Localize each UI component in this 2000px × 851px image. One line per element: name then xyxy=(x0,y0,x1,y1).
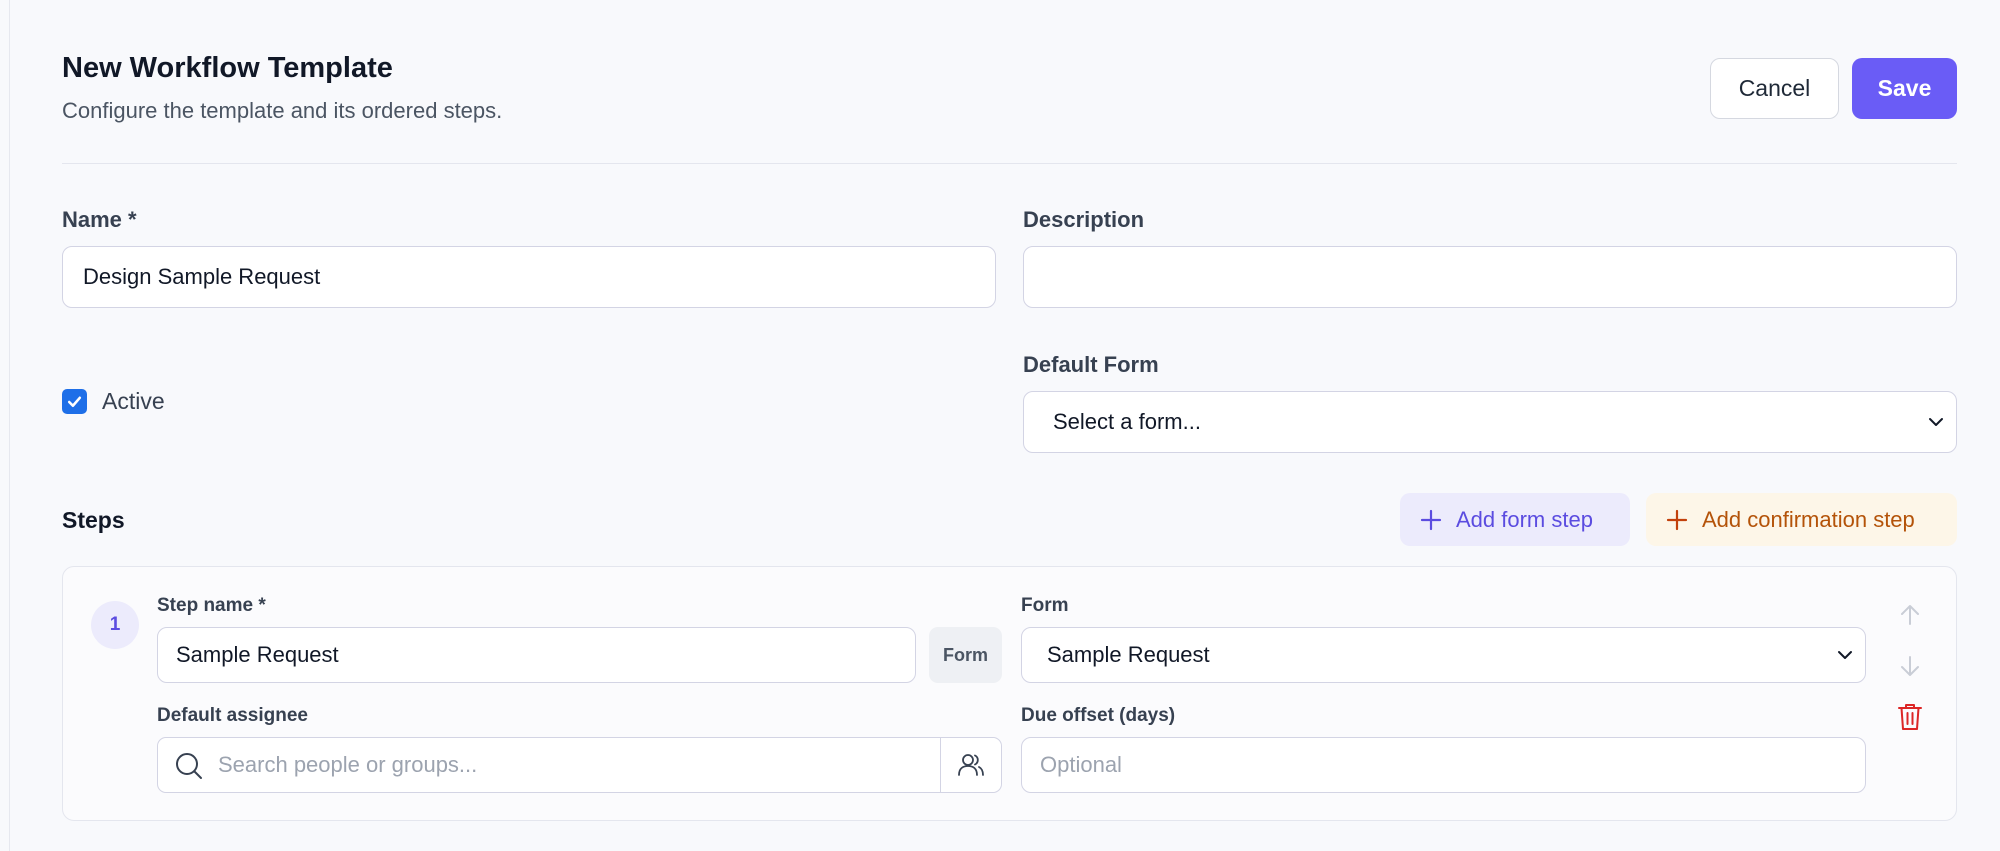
chevron-down-icon xyxy=(1838,651,1852,659)
add-form-step-label: Add form step xyxy=(1456,506,1593,532)
assignee-search-input[interactable]: Search people or groups... xyxy=(157,737,1002,793)
add-confirmation-step-label: Add confirmation step xyxy=(1702,506,1915,532)
step-form-label: Form xyxy=(1021,595,1069,616)
delete-step-button[interactable] xyxy=(1893,700,1927,734)
save-button[interactable]: Save xyxy=(1852,58,1957,119)
plus-icon xyxy=(1420,509,1442,530)
people-picker-button[interactable] xyxy=(940,738,1001,792)
step-name-field[interactable] xyxy=(157,627,916,683)
step-form-value: Sample Request xyxy=(1047,642,1210,667)
page-subtitle: Configure the template and its ordered s… xyxy=(62,98,503,123)
step-number: 1 xyxy=(91,601,139,649)
plus-icon xyxy=(1666,509,1688,530)
step-card: 1 Step name * Form Form Sample Request D… xyxy=(62,566,1957,821)
page-title: New Workflow Template xyxy=(62,52,393,84)
cancel-button[interactable]: Cancel xyxy=(1710,58,1839,119)
add-confirmation-step-button[interactable]: Add confirmation step xyxy=(1646,493,1957,546)
move-step-down-button[interactable] xyxy=(1893,649,1927,683)
steps-heading: Steps xyxy=(62,507,125,533)
active-checkbox[interactable] xyxy=(62,389,87,414)
page-header: New Workflow Template Configure the temp… xyxy=(62,0,1957,164)
move-step-up-button[interactable] xyxy=(1893,598,1927,632)
add-form-step-button[interactable]: Add form step xyxy=(1400,493,1630,546)
trash-icon xyxy=(1898,704,1922,730)
search-icon xyxy=(176,753,202,779)
description-field[interactable] xyxy=(1023,246,1957,308)
content: New Workflow Template Configure the temp… xyxy=(62,0,1957,821)
people-icon xyxy=(958,754,984,776)
assignee-placeholder: Search people or groups... xyxy=(218,752,478,777)
default-form-select[interactable]: Select a form... xyxy=(1023,391,1957,453)
step-form-select[interactable]: Sample Request xyxy=(1021,627,1866,683)
check-icon xyxy=(67,396,82,408)
due-offset-label: Due offset (days) xyxy=(1021,705,1176,726)
chevron-down-icon xyxy=(1929,418,1943,426)
step-type-badge: Form xyxy=(929,627,1002,683)
name-label: Name * xyxy=(62,207,137,232)
active-checkbox-row[interactable]: Active xyxy=(62,388,165,415)
step-name-label: Step name * xyxy=(157,595,266,616)
page: New Workflow Template Configure the temp… xyxy=(9,0,2000,851)
arrow-down-icon xyxy=(1901,656,1919,676)
default-form-value: Select a form... xyxy=(1053,409,1201,434)
description-label: Description xyxy=(1023,207,1145,232)
name-field[interactable] xyxy=(62,246,996,308)
default-form-label: Default Form xyxy=(1023,352,1159,377)
default-assignee-label: Default assignee xyxy=(157,705,308,726)
arrow-up-icon xyxy=(1901,605,1919,625)
active-label: Active xyxy=(102,388,165,414)
due-offset-field[interactable] xyxy=(1021,737,1866,793)
